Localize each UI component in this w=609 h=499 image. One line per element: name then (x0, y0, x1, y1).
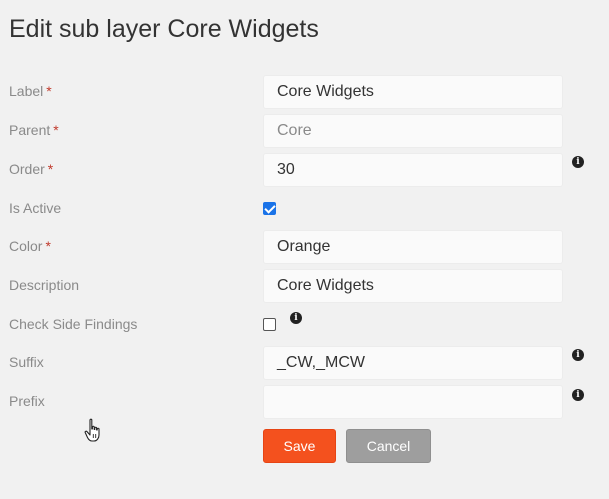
form-row-is-active: Is Active (0, 192, 609, 226)
prefix-field-label: Prefix (9, 393, 45, 409)
prefix-input[interactable] (263, 385, 563, 419)
save-button[interactable]: Save (263, 429, 336, 463)
label-field-label: Label * (9, 83, 52, 99)
form-row-suffix: Suffix _CW,_MCW i (0, 346, 609, 380)
form-row-order: Order * 30 i (0, 153, 609, 187)
hand-pointer-icon (84, 418, 100, 442)
required-marker: * (53, 122, 59, 138)
form-row-prefix: Prefix i (0, 385, 609, 419)
is-active-field-label: Is Active (9, 200, 62, 216)
info-circle-icon[interactable]: i (290, 312, 302, 324)
form-row-label: Label * Core Widgets (0, 75, 609, 109)
form-row-description: Description Core Widgets (0, 269, 609, 303)
form-row-color: Color * Orange (0, 230, 609, 264)
description-field-label: Description (9, 277, 80, 293)
form-row-check-side-findings: Check Side Findings i (0, 308, 609, 342)
form-row-parent: Parent * Core (0, 114, 609, 148)
info-circle-icon[interactable]: i (572, 156, 584, 168)
required-marker: * (45, 238, 51, 254)
color-field-label: Color * (9, 238, 51, 254)
page-title: Edit sub layer Core Widgets (9, 15, 319, 43)
check-side-findings-field-label: Check Side Findings (9, 316, 138, 332)
description-input[interactable]: Core Widgets (263, 269, 563, 303)
label-input[interactable]: Core Widgets (263, 75, 563, 109)
required-marker: * (46, 83, 52, 99)
is-active-checkbox[interactable] (263, 202, 276, 215)
cancel-button[interactable]: Cancel (346, 429, 431, 463)
info-circle-icon[interactable]: i (572, 389, 584, 401)
suffix-input[interactable]: _CW,_MCW (263, 346, 563, 380)
order-field-label: Order * (9, 161, 54, 177)
info-circle-icon[interactable]: i (572, 349, 584, 361)
color-select[interactable]: Orange (263, 230, 563, 264)
parent-field-label: Parent * (9, 122, 59, 138)
parent-input: Core (263, 114, 563, 148)
suffix-field-label: Suffix (9, 354, 44, 370)
order-input[interactable]: 30 (263, 153, 563, 187)
required-marker: * (47, 161, 54, 177)
check-side-findings-checkbox[interactable] (263, 318, 276, 331)
